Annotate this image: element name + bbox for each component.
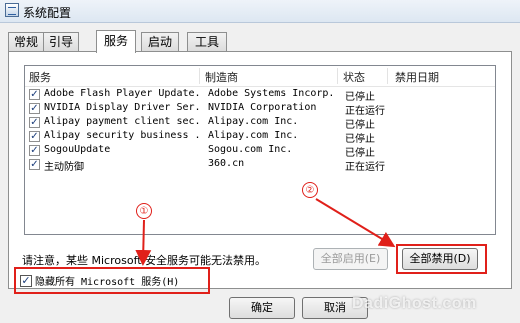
annotation-arrows xyxy=(135,198,396,266)
arrow-2 xyxy=(315,198,396,248)
tab-services[interactable]: 服务 xyxy=(96,30,136,53)
arrow-1 xyxy=(135,219,152,266)
watermark: DadiGhost.com xyxy=(352,295,477,312)
